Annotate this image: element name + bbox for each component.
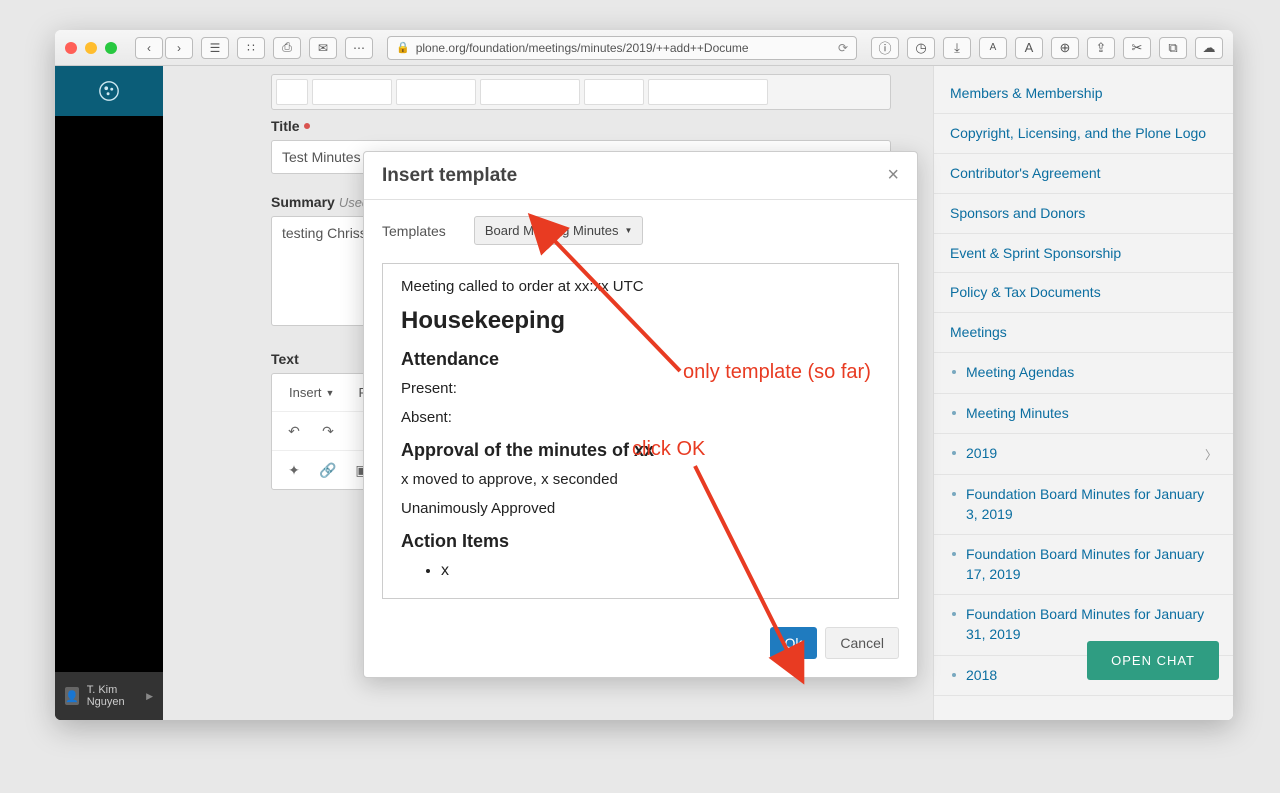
insert-template-modal: Insert template × Templates Board Meetin… xyxy=(363,151,918,678)
avatar-icon: 👤 xyxy=(65,687,79,705)
back-button[interactable]: ‹ xyxy=(135,37,163,59)
download-button[interactable]: ⤓ xyxy=(943,37,971,59)
more-button[interactable]: ⋯ xyxy=(345,37,373,59)
window-controls xyxy=(65,42,117,54)
downloads-button[interactable]: ⊕ xyxy=(1051,37,1079,59)
text-label: Text xyxy=(271,351,299,367)
plone-logo-icon xyxy=(98,80,120,102)
right-sidebar: Members & Membership Copyright, Licensin… xyxy=(933,66,1233,720)
sidebar-link-members[interactable]: Members & Membership xyxy=(934,74,1233,114)
bullet-icon xyxy=(952,612,956,616)
summary-label: Summary xyxy=(271,194,335,210)
extension-button[interactable]: ✂ xyxy=(1123,37,1151,59)
preview-absent: Absent: xyxy=(401,409,880,426)
page-body: 👤 T. Kim Nguyen ▶ Title xyxy=(55,66,1233,720)
editor-insert-menu[interactable]: Insert▼ xyxy=(280,380,343,405)
bullet-icon xyxy=(952,492,956,496)
sidebar-link-copyright[interactable]: Copyright, Licensing, and the Plone Logo xyxy=(934,114,1233,154)
bullet-icon xyxy=(952,673,956,677)
preview-approved: Unanimously Approved xyxy=(401,500,880,517)
sidebar-link-policy[interactable]: Policy & Tax Documents xyxy=(934,273,1233,313)
timer-button[interactable]: ◷ xyxy=(907,37,935,59)
zoom-window-button[interactable] xyxy=(105,42,117,54)
template-select[interactable]: Board Meeting Minutes ▼ xyxy=(474,216,644,245)
strip-button-3[interactable] xyxy=(396,79,476,105)
title-label: Title xyxy=(271,118,300,134)
sidebar-link-events[interactable]: Event & Sprint Sponsorship xyxy=(934,234,1233,274)
sidebar-sub-minutes[interactable]: Meeting Minutes xyxy=(966,404,1069,424)
unlink-icon[interactable]: ✦ xyxy=(280,457,308,483)
top-toolbar-strip xyxy=(271,74,891,110)
preview-moved: x moved to approve, x seconded xyxy=(401,471,880,488)
required-dot-icon xyxy=(304,123,310,129)
minimize-window-button[interactable] xyxy=(85,42,97,54)
bullet-icon xyxy=(952,451,956,455)
browser-window: ‹ › ☰ ∷ ⎙ ✉ ⋯ 🔒 plone.org/foundation/mee… xyxy=(55,30,1233,720)
sidebar-sub-jan31[interactable]: Foundation Board Minutes for January 31,… xyxy=(966,605,1217,644)
share-button[interactable]: ⇪ xyxy=(1087,37,1115,59)
preview-h-housekeeping: Housekeeping xyxy=(401,307,880,335)
cloud-button[interactable]: ☁ xyxy=(1195,37,1223,59)
chevron-right-icon: ▶ xyxy=(146,691,153,702)
bullet-icon xyxy=(952,552,956,556)
modal-title: Insert template xyxy=(382,165,517,187)
sidebar-link-meetings[interactable]: Meetings xyxy=(934,313,1233,353)
cancel-button[interactable]: Cancel xyxy=(825,627,899,659)
sidebar-sub-jan17[interactable]: Foundation Board Minutes for January 17,… xyxy=(966,545,1217,584)
redo-icon[interactable]: ↷ xyxy=(314,418,342,444)
text-larger-button[interactable]: A xyxy=(1015,37,1043,59)
tabs-button[interactable]: ⧉ xyxy=(1159,37,1187,59)
left-rail: 👤 T. Kim Nguyen ▶ xyxy=(55,66,163,720)
ok-button[interactable]: Ok xyxy=(770,627,818,659)
chevron-right-icon: 〉 xyxy=(1205,446,1217,463)
bullet-icon xyxy=(952,370,956,374)
rail-logo[interactable] xyxy=(55,66,163,116)
sidebar-link-contributor[interactable]: Contributor's Agreement xyxy=(934,154,1233,194)
forward-button[interactable]: › xyxy=(165,37,193,59)
lock-icon: 🔒 xyxy=(396,41,410,54)
preview-called: Meeting called to order at xx:xx UTC xyxy=(401,278,880,295)
template-selected-value: Board Meeting Minutes xyxy=(485,223,619,238)
address-bar[interactable]: 🔒 plone.org/foundation/meetings/minutes/… xyxy=(387,36,857,60)
strip-button-1[interactable] xyxy=(276,79,308,105)
preview-h-attendance: Attendance xyxy=(401,349,880,370)
caret-down-icon: ▼ xyxy=(625,226,633,235)
preview-present: Present: xyxy=(401,380,880,397)
preview-h-action: Action Items xyxy=(401,531,880,552)
url-text: plone.org/foundation/meetings/minutes/20… xyxy=(416,41,749,55)
print-button[interactable]: ⎙ xyxy=(273,37,301,59)
modal-close-button[interactable]: × xyxy=(887,164,899,187)
sidebar-link-sponsors[interactable]: Sponsors and Donors xyxy=(934,194,1233,234)
text-smaller-button[interactable]: A xyxy=(979,37,1007,59)
link-icon[interactable]: 🔗 xyxy=(314,457,342,483)
close-window-button[interactable] xyxy=(65,42,77,54)
reload-icon[interactable]: ⟳ xyxy=(838,41,848,55)
template-preview: Meeting called to order at xx:xx UTC Hou… xyxy=(382,263,899,599)
user-name: T. Kim Nguyen xyxy=(87,684,138,708)
mail-button[interactable]: ✉ xyxy=(309,37,337,59)
sidebar-sub-agendas[interactable]: Meeting Agendas xyxy=(966,363,1074,383)
templates-label: Templates xyxy=(382,223,446,239)
preview-h-approval: Approval of the minutes of xx xyxy=(401,440,880,461)
sidebar-sub-2019[interactable]: 2019 xyxy=(966,444,997,464)
strip-button-2[interactable] xyxy=(312,79,392,105)
undo-icon[interactable]: ↶ xyxy=(280,418,308,444)
sidebar-sub-jan3[interactable]: Foundation Board Minutes for January 3, … xyxy=(966,485,1217,524)
strip-button-6[interactable] xyxy=(648,79,768,105)
bullet-icon xyxy=(952,411,956,415)
rail-user[interactable]: 👤 T. Kim Nguyen ▶ xyxy=(55,672,163,720)
open-chat-button[interactable]: OPEN CHAT xyxy=(1087,641,1219,680)
strip-button-5[interactable] xyxy=(584,79,644,105)
title-bar: ‹ › ☰ ∷ ⎙ ✉ ⋯ 🔒 plone.org/foundation/mee… xyxy=(55,30,1233,66)
caret-down-icon: ▼ xyxy=(326,388,335,398)
sidebar-sub-2018[interactable]: 2018 xyxy=(966,666,997,686)
sidebar-toggle-button[interactable]: ☰ xyxy=(201,37,229,59)
strip-button-4[interactable] xyxy=(480,79,580,105)
preview-action-item: x xyxy=(441,562,880,580)
reader-button[interactable]: ⓘ xyxy=(871,37,899,59)
top-sites-button[interactable]: ∷ xyxy=(237,37,265,59)
